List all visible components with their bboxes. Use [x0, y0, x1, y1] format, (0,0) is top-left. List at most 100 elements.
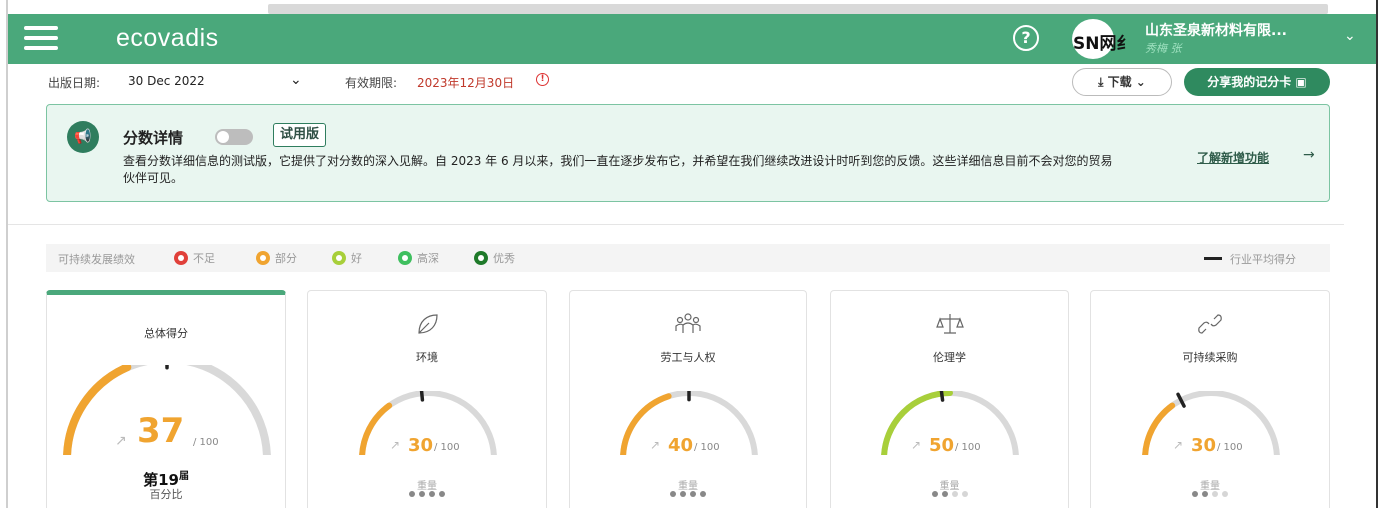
publish-date-select[interactable]: 30 Dec 2022: [128, 74, 205, 88]
category-score-total: / 100: [1217, 442, 1243, 453]
overall-score-card[interactable]: 总体得分 ↗ 37 / 100 第19届 百分比: [46, 290, 286, 508]
category-score-value: 30: [408, 435, 434, 456]
trend-up-icon: ↗: [1173, 438, 1184, 452]
weight-dot: [680, 491, 686, 497]
people-icon: [675, 313, 701, 333]
weight-dot: [1222, 491, 1228, 497]
top-header: ecovadis ? SN网纟 山东圣泉新材料有限... 秀梅 张 ⌄: [8, 14, 1376, 64]
category-score-value: 30: [1191, 435, 1217, 456]
user-name: 秀梅 张: [1145, 42, 1182, 55]
industry-average-marker: [939, 391, 945, 402]
legend-dot-icon: [398, 251, 412, 265]
weight-dot: [1192, 491, 1198, 497]
legend-dot-icon: [174, 251, 188, 265]
chevron-down-icon[interactable]: ⌄: [290, 72, 302, 88]
category-score-total: / 100: [434, 442, 460, 453]
avatar-text: SN网纟: [1073, 34, 1130, 54]
warning-icon[interactable]: !: [536, 73, 549, 86]
industry-average-line-icon: [1204, 257, 1222, 260]
share-icon: ▣: [1291, 75, 1307, 89]
legend-dot-icon: [332, 251, 346, 265]
industry-average-marker: [419, 391, 425, 402]
valid-until-label: 有效期限:: [345, 76, 398, 90]
legend-item: 优秀: [474, 250, 515, 266]
category-title: 可持续采购: [1182, 351, 1238, 364]
ecovadis-logo[interactable]: ecovadis: [116, 24, 219, 53]
weight-dot: [1202, 491, 1208, 497]
legend-item: 不足: [174, 250, 215, 266]
section-divider: [8, 224, 1344, 225]
legend-item: 高深: [398, 250, 439, 266]
window-border-right: [1376, 0, 1378, 508]
company-name[interactable]: 山东圣泉新材料有限...: [1145, 20, 1287, 40]
legend-title: 可持续发展绩效: [58, 253, 135, 266]
learn-new-features-link[interactable]: 了解新增功能: [1197, 149, 1269, 166]
gauge-score-arc: [359, 402, 393, 455]
weight-dot: [1212, 491, 1218, 497]
gauge-score-arc: [1142, 402, 1176, 455]
weight-indicator: [831, 491, 1068, 497]
weight-dot: [429, 491, 435, 497]
weight-dot: [951, 491, 958, 497]
weight-dot: [700, 491, 706, 497]
scales-icon: [935, 314, 964, 334]
download-label: 下载: [1107, 75, 1132, 89]
chain-link-icon: [1198, 314, 1222, 334]
category-card-ethics[interactable]: 伦理学 ↗ 50 / 100 重量: [830, 290, 1069, 508]
weight-label: 重量: [1200, 481, 1220, 492]
weight-dot: [931, 491, 938, 497]
category-card-sustainable-procurement[interactable]: 可持续采购 ↗ 30 / 100 重量: [1090, 290, 1330, 508]
category-card-environment[interactable]: 环境 ↗ 30 / 100 重量: [307, 290, 547, 508]
share-scorecard-button[interactable]: 分享我的记分卡 ▣: [1184, 68, 1330, 96]
publish-date-label: 出版日期:: [48, 76, 101, 90]
gauge-score-arc: [620, 393, 672, 455]
score-details-toggle[interactable]: [215, 129, 253, 145]
avatar[interactable]: SN网纟: [1072, 19, 1130, 59]
banner-title: 分数详情: [123, 129, 184, 147]
megaphone-icon: 📢: [67, 121, 99, 153]
trend-up-icon: ↗: [390, 438, 401, 452]
valid-until-date: 2023年12月30日: [417, 76, 515, 90]
category-title: 伦理学: [933, 351, 966, 364]
weight-indicator: [570, 491, 806, 497]
weight-dot: [409, 491, 415, 497]
score-details-banner: 📢 分数详情 试用版 查看分数详细信息的测试版，它提供了对分数的深入见解。自 2…: [46, 104, 1330, 202]
chevron-down-icon: ⌄: [1131, 75, 1146, 89]
percentile-label: 百分比: [149, 488, 183, 501]
help-icon[interactable]: ?: [1013, 25, 1039, 51]
category-score-total: / 100: [955, 442, 981, 453]
legend-dot-icon: [256, 251, 270, 265]
download-button[interactable]: ⤓ 下载 ⌄: [1072, 68, 1172, 96]
legend-item: 好: [332, 250, 362, 266]
trend-up-icon: ↗: [650, 438, 661, 452]
weight-label: 重量: [678, 481, 698, 492]
category-card-labor-human-rights[interactable]: 劳工与人权 ↗ 40 / 100 重量: [569, 290, 807, 508]
menu-icon[interactable]: [24, 26, 58, 52]
weight-dot: [941, 491, 948, 497]
weight-label: 重量: [939, 481, 960, 492]
weight-dot: [690, 491, 696, 497]
overall-score-total: / 100: [193, 437, 219, 448]
arrow-right-icon[interactable]: →: [1303, 147, 1315, 163]
weight-label: 重量: [417, 481, 437, 492]
download-icon: ⤓: [1098, 75, 1108, 89]
category-title: 劳工与人权: [660, 351, 716, 364]
browser-tab-strip: [268, 4, 1328, 14]
performance-legend: 可持续发展绩效 不足 部分 好 高深 优秀 行业平均得分: [46, 244, 1330, 272]
weight-dot: [439, 491, 445, 497]
legend-dot-icon: [474, 251, 488, 265]
scorecard-toolbar: 出版日期: 30 Dec 2022 ⌄ 有效期限: 2023年12月30日 ! …: [8, 64, 1376, 100]
category-score-total: / 100: [694, 442, 720, 453]
weight-indicator: [1091, 491, 1329, 497]
category-score-value: 50: [929, 435, 955, 456]
beta-badge: 试用版: [273, 123, 327, 147]
trend-up-icon: ↗: [115, 433, 127, 449]
weight-dot: [961, 491, 968, 497]
leaf-icon: [418, 314, 438, 334]
trend-up-icon: ↗: [911, 438, 922, 452]
weight-indicator: [308, 491, 546, 497]
account-chevron-icon[interactable]: ⌄: [1344, 28, 1356, 44]
legend-item: 部分: [256, 250, 297, 266]
weight-dot: [419, 491, 425, 497]
overall-score-value: 37: [137, 411, 185, 451]
